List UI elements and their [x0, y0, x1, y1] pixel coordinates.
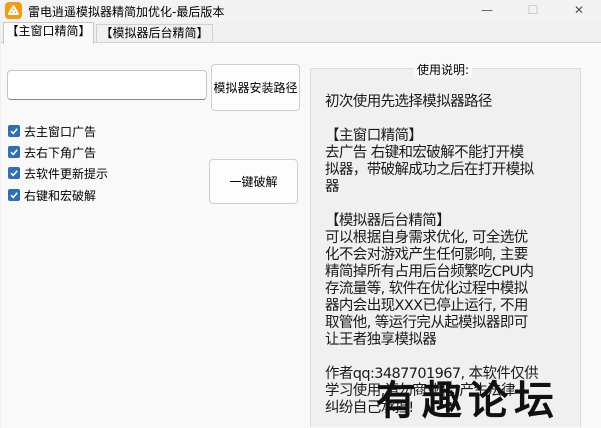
close-button[interactable]: ✕ [556, 0, 601, 22]
checkbox-label: 去右下角广告 [24, 145, 97, 160]
usage-title: 使用说明: [414, 61, 473, 78]
maximize-button[interactable]: ☐ [510, 0, 556, 22]
usage-line: 初次使用先选择模拟器路径 [325, 94, 492, 110]
checkbox-checked-icon[interactable] [8, 146, 20, 158]
usage-line: 拟器，带破解成功之后在打开模拟 [325, 162, 534, 178]
forum-watermark: 有趣论坛 [376, 378, 596, 424]
checkbox-checked-icon[interactable] [8, 167, 20, 179]
usage-line: 去广告 右键和宏破解不能打开模 [325, 145, 524, 161]
watermark-text: 有趣论坛 [376, 377, 560, 424]
tab-emulator-background[interactable]: 【模拟器后台精简】 [96, 24, 213, 43]
usage-line: 可以根据自身需求优化, 可全选优 [325, 230, 528, 246]
minimize-button[interactable]: — [464, 0, 510, 22]
tab-strip: 【主窗口精简】 【模拟器后台精简】 [0, 22, 601, 44]
usage-line: 精简掉所有占用后台频繁吃CPU内 [325, 264, 534, 280]
checkbox-rightclick-macro-crack[interactable]: 右键和宏破解 [8, 187, 96, 203]
checkbox-label: 去软件更新提示 [24, 166, 109, 181]
usage-line: 取管他, 等运行完从起模拟器即可 [325, 315, 528, 331]
checkbox-checked-icon[interactable] [8, 125, 20, 137]
one-click-crack-button[interactable]: 一键破解 [209, 159, 298, 204]
checkbox-label: 去主窗口广告 [24, 124, 97, 139]
usage-line: 存流量等, 软件在优化过程中模拟 [325, 281, 528, 297]
title-bar: 雷电逍遥模拟器精简加优化-最后版本 — ☐ ✕ [0, 0, 601, 22]
window-title: 雷电逍遥模拟器精简加优化-最后版本 [28, 5, 225, 19]
app-logo-icon [5, 2, 22, 19]
usage-line: 器 [325, 179, 340, 195]
usage-line: 【模拟器后台精简】 [325, 213, 451, 229]
emulator-install-path-button[interactable]: 模拟器安装路径 [211, 64, 300, 111]
checkbox-remove-update-prompt[interactable]: 去软件更新提示 [8, 165, 108, 181]
checkbox-remove-main-ads[interactable]: 去主窗口广告 [8, 123, 96, 139]
usage-line [325, 196, 577, 213]
checkbox-remove-corner-ads[interactable]: 去右下角广告 [8, 144, 96, 160]
checkbox-label: 右键和宏破解 [24, 188, 97, 203]
usage-text: 初次使用先选择模拟器路径 【主窗口精简】 去广告 右键和宏破解不能打开模 拟器，… [325, 94, 577, 417]
emulator-path-input[interactable] [7, 70, 207, 100]
usage-line [325, 111, 577, 128]
usage-line: 【主窗口精简】 [325, 128, 423, 144]
usage-line: 让王者独享模拟器 [325, 332, 437, 348]
tab-main-window[interactable]: 【主窗口精简】 [3, 22, 94, 44]
checkbox-checked-icon[interactable] [8, 189, 20, 201]
usage-line: 化不会对游戏产生任何影响, 主要 [325, 247, 528, 263]
usage-line: 器内会出现XXX已停止运行, 不用 [325, 298, 528, 314]
usage-line [325, 349, 577, 366]
